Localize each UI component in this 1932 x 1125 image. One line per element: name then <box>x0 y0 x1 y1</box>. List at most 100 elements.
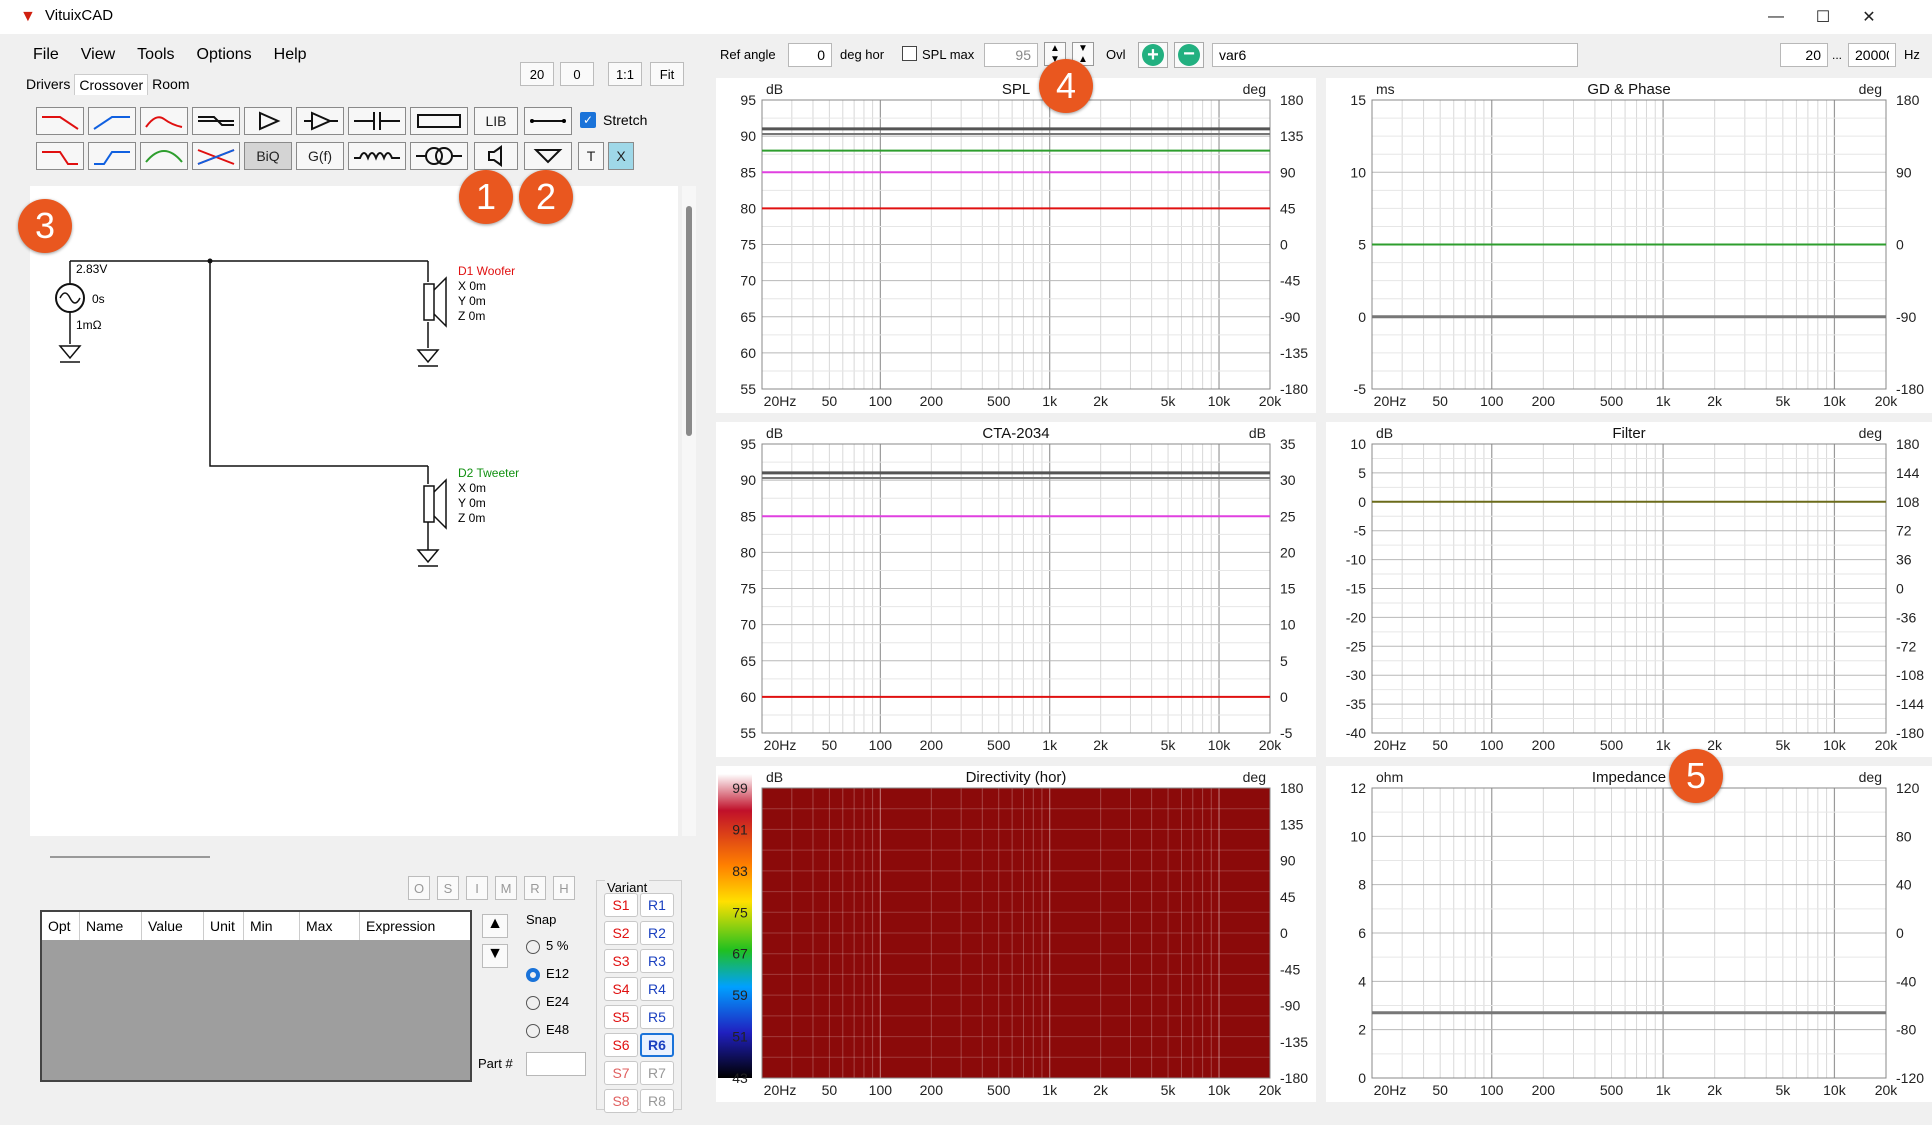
spl-max-checkbox[interactable] <box>902 46 917 61</box>
cta-xtick: 500 <box>987 737 1011 753</box>
snap-5pct-radio[interactable]: 5 % <box>526 932 569 960</box>
snap-e48-radio[interactable]: E48 <box>526 1016 569 1044</box>
variant-s7-button[interactable]: S7 <box>604 1061 638 1085</box>
snap-e12-radio[interactable]: E12 <box>526 960 569 988</box>
wire-icon[interactable] <box>524 107 572 135</box>
tab-room[interactable]: Room <box>148 74 193 95</box>
snap-e24-radio[interactable]: E24 <box>526 988 569 1016</box>
menu-tools[interactable]: Tools <box>126 36 185 74</box>
zoom-1to1-button[interactable]: 1:1 <box>608 62 642 86</box>
highpass-icon[interactable] <box>88 107 136 135</box>
tweeter-label[interactable]: D2 Tweeter X 0m Y 0m Z 0m <box>458 466 519 526</box>
impedance-chart[interactable]: 12 10 8 6 4 2 0 120 80 40 0 -40 -80 -120 20Hz 50 100 200 5… <box>1326 766 1932 1102</box>
stretch-checkbox[interactable]: ✓ <box>580 112 596 128</box>
variant-s1-button[interactable]: S1 <box>604 893 638 917</box>
opt-o-button[interactable]: O <box>408 876 430 900</box>
part-number-input[interactable] <box>526 1052 586 1076</box>
capacitor-icon[interactable] <box>348 107 406 135</box>
menu-help[interactable]: Help <box>263 36 318 74</box>
text-tool-button[interactable]: T <box>578 142 604 170</box>
variant-r4-button[interactable]: R4 <box>640 977 674 1001</box>
menu-file[interactable]: File <box>22 36 70 74</box>
woofer-label[interactable]: D1 Woofer X 0m Y 0m Z 0m <box>458 264 515 324</box>
tab-crossover[interactable]: Crossover <box>74 74 149 95</box>
lowpass-icon[interactable] <box>36 107 84 135</box>
gd-phase-chart[interactable]: 15 10 5 0 -5 180 90 0 -90 -180 20Hz 50 100 200 500 1k 2k… <box>1326 78 1932 413</box>
filter-chart[interactable]: 10 5 0 -5 -10 -15 -20 -25 -30 -35 -40 180 144 108 72 36… <box>1326 422 1932 757</box>
variant-s6-button[interactable]: S6 <box>604 1033 638 1057</box>
opt-m-button[interactable]: M <box>495 876 517 900</box>
ref-angle-input[interactable] <box>788 43 832 67</box>
freq-max-input[interactable] <box>1848 43 1896 67</box>
zoom-20-button[interactable]: 20 <box>520 62 554 86</box>
scrollbar-thumb[interactable] <box>686 206 692 436</box>
menu-options[interactable]: Options <box>186 36 263 74</box>
bandpass-icon[interactable] <box>140 107 188 135</box>
highpass-2-icon[interactable] <box>88 142 136 170</box>
opt-s-button[interactable]: S <box>437 876 459 900</box>
shelf-icon[interactable] <box>192 107 240 135</box>
transformer-icon[interactable] <box>410 142 468 170</box>
overlay-name-input[interactable] <box>1212 43 1578 67</box>
zoom-0-button[interactable]: 0 <box>560 62 594 86</box>
ground-icon[interactable] <box>524 142 572 170</box>
variant-r1-button[interactable]: R1 <box>640 893 674 917</box>
variant-r8-button[interactable]: R8 <box>640 1089 674 1113</box>
parameter-table[interactable]: Opt Name Value Unit Min Max Expression <box>40 910 472 1082</box>
col-name[interactable]: Name <box>80 912 142 940</box>
amplifier-icon[interactable] <box>244 107 292 135</box>
zoom-fit-button[interactable]: Fit <box>650 62 684 86</box>
freq-min-input[interactable] <box>1780 43 1828 67</box>
directivity-chart[interactable]: 99 91 83 75 67 59 51 43 180 135 90 45 0 -45 -90 -135 -18… <box>716 766 1316 1102</box>
maximize-button[interactable]: ☐ <box>1800 0 1846 34</box>
peaking-icon[interactable] <box>140 142 188 170</box>
variant-r5-button[interactable]: R5 <box>640 1005 674 1029</box>
add-overlay-icon[interactable]: + <box>1138 42 1168 68</box>
opt-h-button[interactable]: H <box>553 876 575 900</box>
variant-s2-button[interactable]: S2 <box>604 921 638 945</box>
splitter-handle[interactable] <box>50 856 210 858</box>
allpass-icon[interactable] <box>192 142 240 170</box>
tweeter-icon[interactable] <box>416 478 447 567</box>
schematic-scrollbar[interactable] <box>682 186 696 836</box>
driver-icon[interactable] <box>474 142 518 170</box>
spl-chart[interactable]: 95 90 85 80 75 70 65 60 55 180 135 90 45 0 -45 -90 -135 -… <box>716 78 1316 413</box>
col-opt[interactable]: Opt <box>42 912 80 940</box>
gf-button[interactable]: G(f) <box>296 142 344 170</box>
remove-overlay-icon[interactable]: − <box>1174 42 1204 68</box>
variant-r7-button[interactable]: R7 <box>640 1061 674 1085</box>
col-max[interactable]: Max <box>300 912 360 940</box>
variant-s3-button[interactable]: S3 <box>604 949 638 973</box>
tab-drivers[interactable]: Drivers <box>22 74 74 95</box>
menu-view[interactable]: View <box>70 36 126 74</box>
cta-2034-chart[interactable]: 95 90 85 80 75 70 65 60 55 35 30 25 20 15 10 5 0 -5 20Hz 50… <box>716 422 1316 757</box>
opamp-icon[interactable] <box>296 107 344 135</box>
variant-s4-button[interactable]: S4 <box>604 977 638 1001</box>
biquad-button[interactable]: BiQ <box>244 142 292 170</box>
woofer-icon[interactable] <box>416 276 447 367</box>
variant-r2-button[interactable]: R2 <box>640 921 674 945</box>
variant-r6-button[interactable]: R6 <box>640 1033 674 1057</box>
cta-ytick: 95 <box>740 436 756 452</box>
spl-max-input[interactable] <box>984 43 1038 67</box>
variant-s8-button[interactable]: S8 <box>604 1089 638 1113</box>
col-unit[interactable]: Unit <box>204 912 244 940</box>
col-min[interactable]: Min <box>244 912 300 940</box>
opt-i-button[interactable]: I <box>466 876 488 900</box>
move-up-icon[interactable]: ▲ <box>482 914 508 938</box>
delete-tool-button[interactable]: X <box>608 142 634 170</box>
minimize-button[interactable]: — <box>1753 0 1799 34</box>
schematic-canvas[interactable]: 2.83V 0s 1mΩ D1 Woofer X 0m Y 0m Z 0m D2… <box>30 186 678 836</box>
directivity-right-unit: deg <box>1243 769 1266 785</box>
move-down-icon[interactable]: ▼ <box>482 944 508 968</box>
variant-s5-button[interactable]: S5 <box>604 1005 638 1029</box>
opt-r-button[interactable]: R <box>524 876 546 900</box>
library-button[interactable]: LIB <box>474 107 518 135</box>
resistor-icon[interactable] <box>410 107 468 135</box>
variant-r3-button[interactable]: R3 <box>640 949 674 973</box>
col-expression[interactable]: Expression <box>360 912 470 940</box>
col-value[interactable]: Value <box>142 912 204 940</box>
lowpass-2-icon[interactable] <box>36 142 84 170</box>
inductor-icon[interactable] <box>348 142 406 170</box>
close-button[interactable]: ✕ <box>1846 0 1892 34</box>
